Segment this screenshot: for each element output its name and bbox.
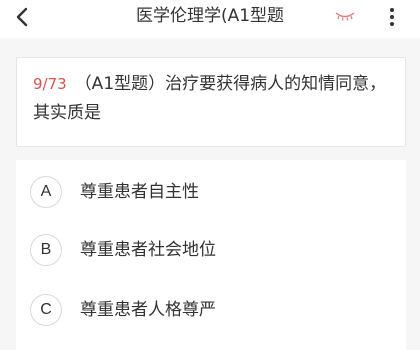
top-bar: 医学伦理学(A1型题 xyxy=(0,0,420,38)
option-a[interactable]: A 尊重患者自主性 xyxy=(16,168,406,216)
page-title: 医学伦理学(A1型题 xyxy=(135,6,285,26)
option-c[interactable]: C 尊重患者人格尊严 xyxy=(16,286,406,334)
question-stem: 9/73 （A1型题）治疗要获得病人的知情同意，其实质是 xyxy=(33,70,393,128)
more-vertical-icon xyxy=(390,8,394,26)
option-text: 尊重患者人格尊严 xyxy=(80,300,216,320)
question-card: 9/73 （A1型题）治疗要获得病人的知情同意，其实质是 xyxy=(16,57,406,147)
option-letter: A xyxy=(30,176,62,208)
question-number: 9/73 xyxy=(33,75,67,93)
eye-toggle-button[interactable] xyxy=(332,6,358,26)
options-list: A 尊重患者自主性 B 尊重患者社会地位 C 尊重患者人格尊严 xyxy=(16,160,406,350)
option-text: 尊重患者自主性 xyxy=(80,182,199,202)
back-button[interactable] xyxy=(6,0,38,34)
option-letter: C xyxy=(30,294,62,326)
option-text: 尊重患者社会地位 xyxy=(80,240,216,260)
chevron-left-icon xyxy=(16,7,28,27)
question-text: （A1型题）治疗要获得病人的知情同意，其实质是 xyxy=(33,74,387,123)
option-letter: B xyxy=(30,234,62,266)
option-b[interactable]: B 尊重患者社会地位 xyxy=(16,226,406,274)
more-button[interactable] xyxy=(380,4,404,30)
eye-closed-icon xyxy=(335,12,355,21)
